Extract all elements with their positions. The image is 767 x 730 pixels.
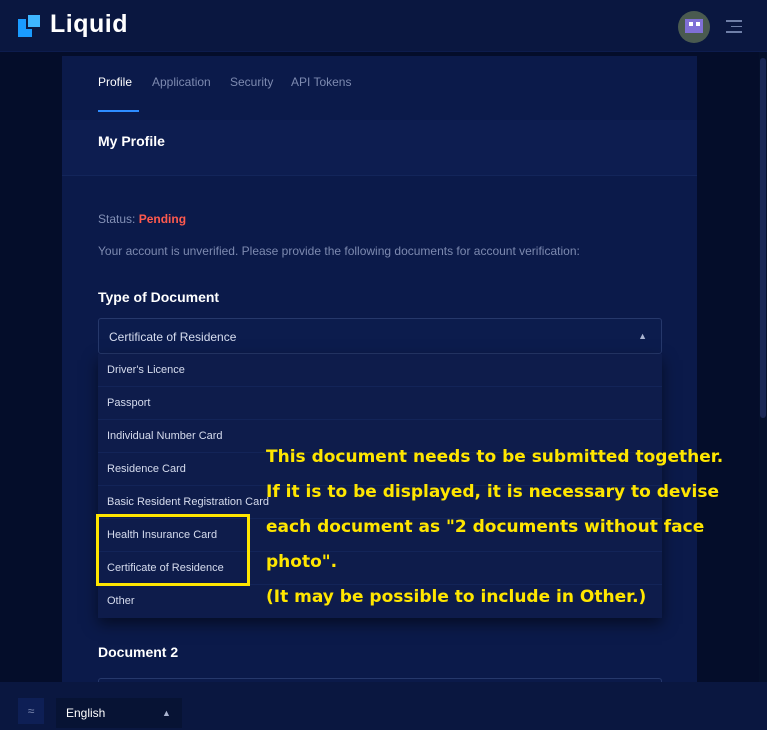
option-label: Basic Resident Registration Card [107,496,270,508]
selected-document-type: Certificate of Residence [109,330,237,344]
annotation-line: This document needs to be submitted toge… [266,447,724,467]
option-label: Other [107,595,135,607]
tab-profile[interactable]: Profile [98,75,132,89]
menu-icon[interactable] [726,20,742,33]
top-bar: Liquid [0,0,767,52]
page-title: My Profile [98,133,165,149]
status-label: Status: [98,212,139,226]
document-2-title: Document 2 [98,644,179,660]
option-label: Residence Card [107,463,186,475]
chevron-up-icon: ▲ [162,708,171,718]
avatar[interactable] [678,11,710,43]
chevron-up-icon: ▲ [638,331,647,341]
option-passport[interactable]: Passport [98,387,662,420]
annotation-text: This document needs to be submitted toge… [266,440,762,615]
language-select[interactable]: English ▲ [56,698,182,728]
liquid-logo-icon [18,12,42,37]
document-type-select[interactable]: Certificate of Residence ▲ [98,318,662,354]
logo[interactable]: Liquid [18,10,128,39]
footer-bar: ≈ English ▲ [0,682,767,730]
status-badge: Pending [138,212,187,226]
option-label: Individual Number Card [107,430,223,442]
tab-application[interactable]: Application [152,75,211,89]
verification-description: Your account is unverified. Please provi… [98,244,580,258]
annotation-highlight-box [96,514,250,586]
type-of-document-title: Type of Document [98,289,220,305]
tab-security[interactable]: Security [230,75,273,89]
option-label: Driver's Licence [107,364,185,376]
annotation-line: (It may be possible to include in Other.… [266,587,647,607]
annotation-line: each document as "2 documents without fa… [266,517,705,537]
tab-api-tokens[interactable]: API Tokens [291,75,351,89]
scrollbar-thumb[interactable] [760,58,766,418]
annotation-line: If it is to be displayed, it is necessar… [266,482,719,502]
card-header: My Profile [62,120,697,176]
language-label: English [66,706,106,720]
tab-bar: Profile Application Security API Tokens [62,56,697,120]
option-label: Passport [107,397,151,409]
waves-icon[interactable]: ≈ [18,698,44,724]
status-line: Status: Pending [98,212,186,226]
annotation-line: photo". [266,552,338,572]
logo-text: Liquid [50,10,128,38]
option-drivers-licence[interactable]: Driver's Licence [98,354,662,387]
active-tab-indicator [98,110,139,112]
